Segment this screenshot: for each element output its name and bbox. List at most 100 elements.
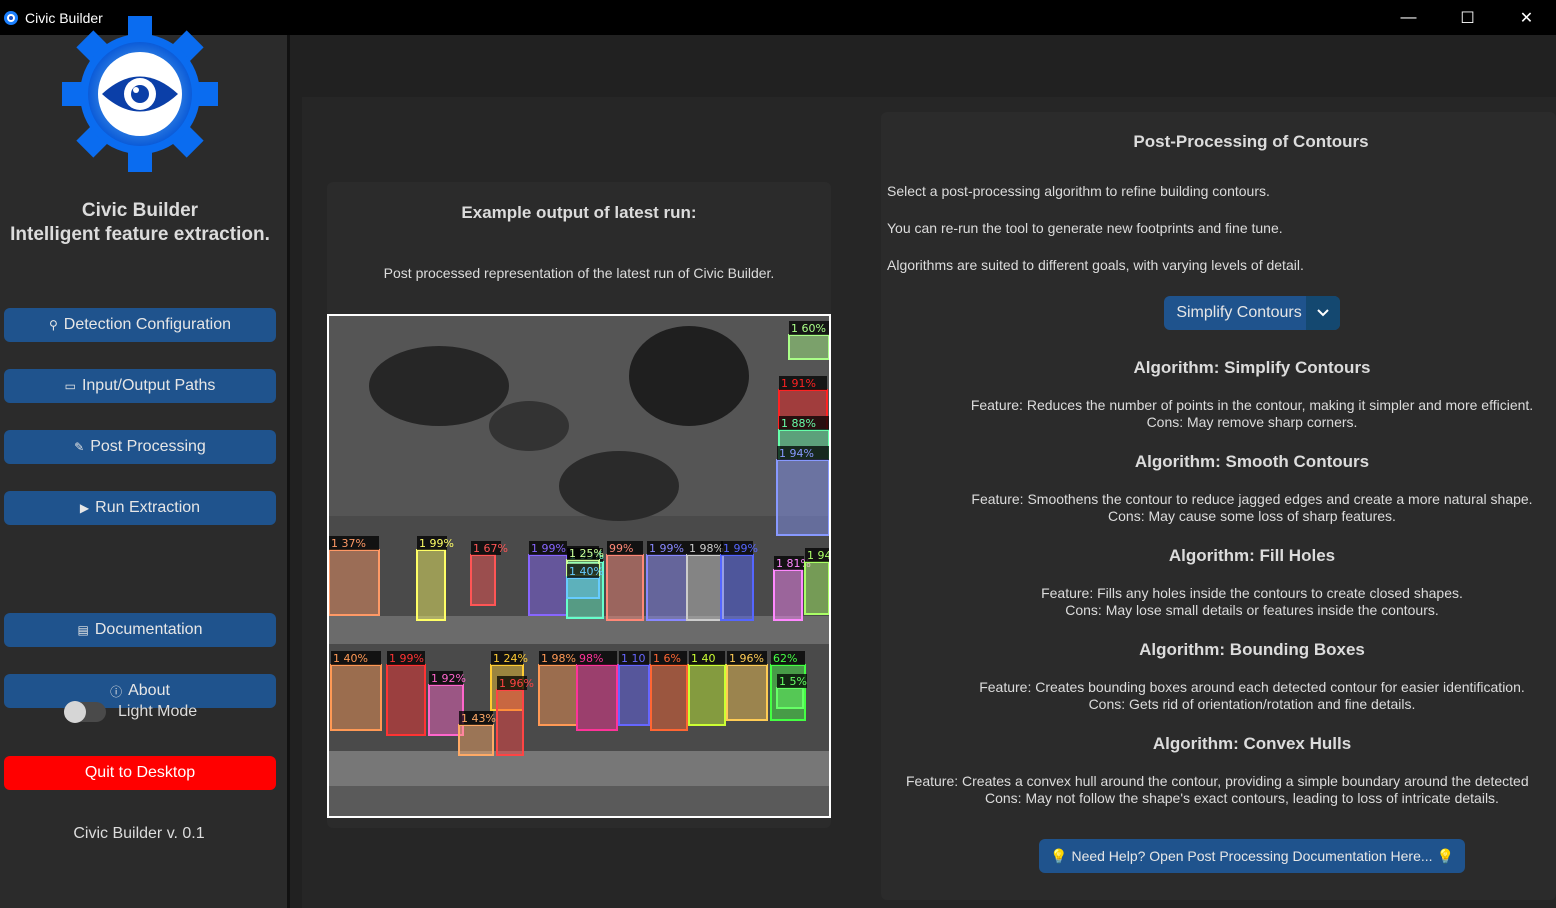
nav-label: Post Processing — [90, 438, 206, 455]
input-output-paths-button[interactable]: ▭ Input/Output Paths — [4, 369, 276, 403]
algorithm-fill-holes-title: Algorithm: Fill Holes — [1168, 546, 1336, 565]
detection-confidence-label: 1 88% — [781, 417, 816, 430]
algorithm-cons: Cons: May cause some loss of sharp featu… — [1108, 508, 1396, 524]
nav-label: Documentation — [94, 621, 203, 638]
detection-box — [470, 554, 496, 606]
detection-box — [646, 554, 688, 621]
nav-label: Input/Output Paths — [81, 377, 216, 394]
detection-confidence-label: 1 25% — [569, 547, 604, 560]
algorithm-cons: Cons: May not follow the shape's exact c… — [985, 790, 1499, 806]
detection-confidence-label: 1 67% — [473, 542, 508, 555]
detection-box — [788, 334, 829, 360]
detection-confidence-label: 1 99% — [723, 542, 758, 555]
algorithm-smooth-description: Feature: Smoothens the contour to reduce… — [881, 491, 1556, 525]
detection-confidence-label: 1 98% — [689, 542, 724, 555]
close-button[interactable]: ✕ — [1497, 0, 1556, 35]
nav-label: Run Extraction — [95, 499, 201, 516]
detection-box — [386, 664, 426, 736]
detection-box — [330, 664, 382, 731]
algorithm-feature: Feature: Creates a convex hull around th… — [906, 773, 1529, 789]
document-icon: ▤ — [77, 623, 89, 637]
algorithm-bounding-boxes-title: Algorithm: Bounding Boxes — [1139, 640, 1365, 659]
switch-knob[interactable] — [64, 701, 86, 723]
minimize-button[interactable]: — — [1379, 0, 1438, 35]
detection-box — [776, 687, 804, 709]
example-title: Example output of latest run: — [461, 203, 697, 222]
detection-box — [416, 549, 446, 621]
detection-box — [688, 664, 726, 726]
chevron-down-icon[interactable] — [1306, 296, 1340, 330]
light-mode-switch[interactable] — [64, 701, 106, 723]
detection-confidence-label: 1 99% — [389, 652, 424, 665]
aerial-detection-image: 1 37%1 99%1 67%1 99%1 93%99%1 99%1 98%1 … — [329, 316, 829, 816]
detection-confidence-label: 1 99% — [531, 542, 566, 555]
help-label: Need Help? Open Post Processing Document… — [1071, 848, 1433, 864]
info-icon: ⓘ — [110, 684, 123, 699]
detection-confidence-label: 1 91% — [781, 377, 816, 390]
detection-box — [329, 549, 380, 616]
gear-eye-icon — [60, 14, 220, 174]
detection-box — [538, 664, 578, 726]
detection-box — [428, 684, 464, 736]
detection-confidence-label: 99% — [609, 542, 633, 555]
algorithm-convex-hulls-title: Algorithm: Convex Hulls — [1152, 734, 1352, 753]
dropdown-selected-value[interactable]: Simplify Contours — [1164, 304, 1306, 322]
post-processing-button[interactable]: ✎ Post Processing — [4, 430, 276, 464]
algorithm-feature: Feature: Fills any holes inside the cont… — [1041, 585, 1463, 601]
detection-confidence-label: 1 92% — [431, 672, 466, 685]
algorithm-dropdown[interactable]: Simplify Contours — [1164, 296, 1340, 330]
detection-confidence-label: 1 5% — [779, 675, 807, 688]
detection-confidence-label: 1 98% — [541, 652, 576, 665]
open-documentation-button[interactable]: 💡 Need Help? Open Post Processing Docume… — [1039, 839, 1465, 873]
algorithm-bounding-boxes-description: Feature: Creates bounding boxes around e… — [881, 679, 1556, 713]
detection-confidence-label: 1 96% — [729, 652, 764, 665]
version-label: Civic Builder v. 0.1 — [73, 825, 205, 842]
nav-label: Detection Configuration — [63, 316, 231, 333]
documentation-button[interactable]: ▤ Documentation — [4, 613, 276, 647]
algorithm-feature: Feature: Smoothens the contour to reduce… — [971, 491, 1533, 507]
play-icon: ▶ — [79, 501, 90, 515]
detection-box — [606, 554, 644, 621]
algorithm-cons: Cons: May remove sharp corners. — [1146, 414, 1358, 430]
detection-confidence-label: 1 96% — [499, 677, 534, 690]
detection-confidence-label: 1 24% — [493, 652, 528, 665]
title-bar: Civic Builder — ☐ ✕ — [0, 0, 1556, 35]
quit-to-desktop-button[interactable]: Quit to Desktop — [4, 756, 276, 790]
example-output-image: 1 37%1 99%1 67%1 99%1 93%99%1 99%1 98%1 … — [327, 314, 831, 818]
detection-box — [566, 577, 600, 599]
detection-confidence-label: 62% — [773, 652, 797, 665]
detection-box — [618, 664, 650, 726]
algorithm-feature: Feature: Reduces the number of points in… — [970, 397, 1534, 413]
detection-box — [773, 569, 803, 621]
light-mode-toggle-row: Light Mode — [64, 701, 197, 723]
detection-confidence-label: 1 43% — [461, 712, 496, 725]
pencil-icon: ✎ — [74, 440, 85, 454]
detection-box — [576, 664, 618, 731]
intro-paragraph-3: Algorithms are suited to different goals… — [887, 257, 1304, 273]
folder-icon: ▭ — [64, 379, 76, 393]
app-name: Civic Builder — [81, 200, 199, 221]
detection-confidence-label: 1 94% — [779, 447, 814, 460]
intro-paragraph-2: You can re-run the tool to generate new … — [887, 220, 1283, 236]
detection-confidence-label: 1 60% — [791, 322, 826, 335]
detection-confidence-label: 98% — [579, 652, 603, 665]
maximize-button[interactable]: ☐ — [1438, 0, 1497, 35]
app-tagline: Intelligent feature extraction. — [10, 224, 270, 245]
detection-configuration-button[interactable]: ⚲ Detection Configuration — [4, 308, 276, 342]
detection-box — [458, 724, 494, 756]
algorithm-simplify-description: Feature: Reduces the number of points in… — [881, 397, 1556, 431]
detection-box — [528, 554, 568, 616]
nav-label: About — [128, 682, 170, 699]
detection-confidence-label: 1 99% — [649, 542, 684, 555]
app-gear-icon — [2, 9, 20, 27]
detection-confidence-label: 1 99% — [419, 537, 454, 550]
algorithm-simplify-title: Algorithm: Simplify Contours — [1133, 358, 1371, 377]
sidebar-title: Civic Builder Intelligent feature extrac… — [0, 199, 280, 247]
detection-confidence-label: 1 40 — [691, 652, 716, 665]
lightbulb-icon: 💡 — [1436, 847, 1454, 864]
run-extraction-button[interactable]: ▶ Run Extraction — [4, 491, 276, 525]
algorithm-smooth-title: Algorithm: Smooth Contours — [1134, 452, 1370, 471]
algorithm-cons: Cons: Gets rid of orientation/rotation a… — [1088, 696, 1416, 712]
detection-box — [720, 554, 754, 621]
search-icon: ⚲ — [48, 318, 58, 332]
